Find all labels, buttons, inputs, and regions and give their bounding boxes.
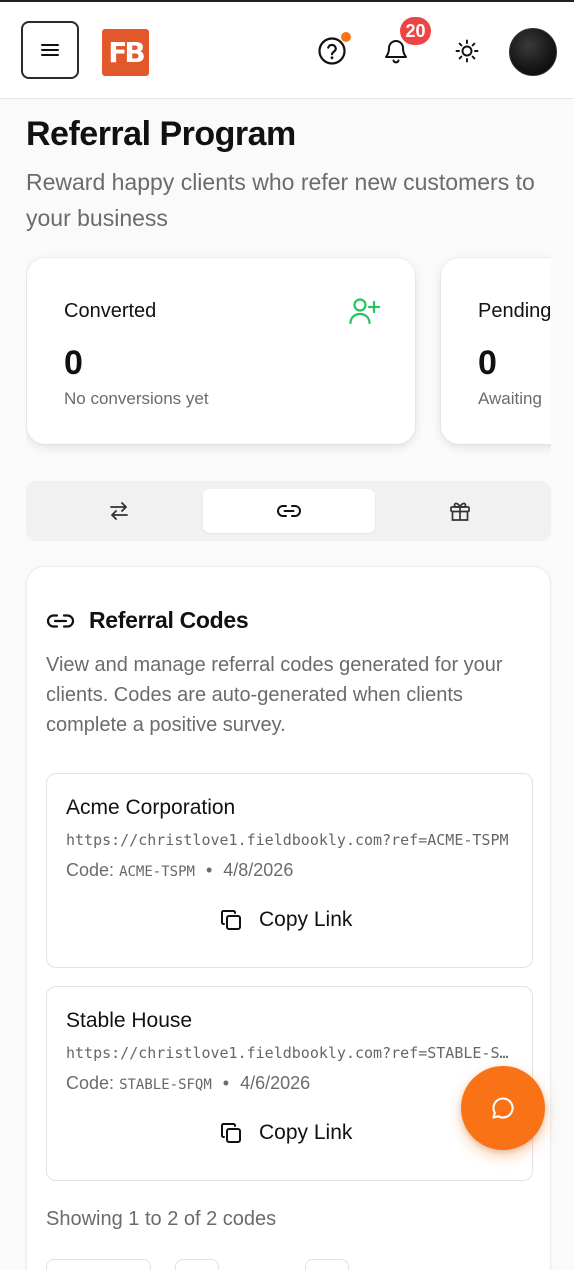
copy-icon: [221, 910, 241, 930]
arrows-exchange-icon: [110, 502, 128, 520]
code-prefix: Code:: [66, 1073, 115, 1093]
copy-link-label: Copy Link: [259, 908, 353, 931]
code-date: 4/6/2026: [240, 1073, 311, 1093]
logo-text: FB: [108, 36, 146, 69]
referral-tabs: [26, 481, 551, 541]
page-title: Referral Program: [26, 115, 296, 153]
code-prefix: Code:: [66, 860, 115, 880]
client-name: Stable House: [66, 1009, 193, 1032]
top-header: FB 20: [0, 2, 574, 99]
referral-code-item: Stable House https://christlove1.fieldbo…: [46, 986, 533, 1181]
link-icon: [277, 505, 301, 517]
code-value: STABLE-SFQM: [119, 1077, 212, 1093]
user-avatar[interactable]: [509, 28, 557, 76]
app-logo[interactable]: FB: [102, 29, 149, 76]
stats-carousel[interactable]: Converted 0 No conversions yet Pending 0…: [26, 254, 551, 454]
referral-url: https://christlove1.fieldbookly.com?ref=…: [66, 1044, 516, 1062]
meta-separator: •: [205, 860, 213, 880]
chat-fab-button[interactable]: [461, 1066, 545, 1150]
pagination-page-button[interactable]: [175, 1259, 219, 1270]
copy-link-button[interactable]: Copy Link: [219, 908, 352, 932]
stat-value: 0: [478, 344, 497, 382]
client-name: Acme Corporation: [66, 796, 236, 819]
page-subtitle: Reward happy clients who refer new custo…: [26, 169, 535, 231]
sun-icon: [455, 39, 479, 63]
code-meta: Code: STABLE-SFQM • 4/6/2026: [66, 1073, 310, 1094]
theme-toggle-button[interactable]: [448, 32, 486, 70]
chat-bubble-icon: [492, 1097, 514, 1119]
stat-note: No conversions yet: [64, 389, 209, 408]
tab-referrals[interactable]: [33, 489, 205, 533]
notification-count-badge: 20: [400, 17, 431, 45]
code-date: 4/8/2026: [223, 860, 294, 880]
referral-code-item: Acme Corporation https://christlove1.fie…: [46, 773, 533, 968]
help-button[interactable]: [313, 32, 351, 70]
meta-separator: •: [222, 1073, 230, 1093]
pagination-next-button[interactable]: [305, 1259, 349, 1270]
stat-label: Converted: [64, 300, 157, 322]
referral-codes-title: Referral Codes: [89, 607, 249, 633]
user-plus-icon: [349, 298, 381, 325]
referral-codes-description: View and manage referral codes generated…: [46, 654, 503, 736]
stat-note: Awaiting: [478, 389, 542, 408]
copy-link-label: Copy Link: [259, 1121, 353, 1144]
gift-icon: [450, 502, 470, 521]
referral-url: https://christlove1.fieldbookly.com?ref=…: [66, 831, 509, 849]
copy-icon: [221, 1123, 241, 1143]
menu-button[interactable]: [21, 21, 79, 79]
pagination-summary: Showing 1 to 2 of 2 codes: [46, 1208, 277, 1230]
stat-label: Pending: [478, 300, 551, 322]
link-icon: [46, 613, 75, 628]
tab-referral-codes[interactable]: [203, 489, 375, 533]
tab-rewards[interactable]: [374, 489, 546, 533]
help-notification-dot: [341, 32, 351, 42]
copy-link-button[interactable]: Copy Link: [219, 1121, 352, 1145]
menu-icon: [41, 44, 59, 56]
code-meta: Code: ACME-TSPM • 4/8/2026: [66, 860, 293, 881]
pagination-previous-button[interactable]: [46, 1259, 151, 1270]
referral-codes-card: Referral Codes View and manage referral …: [26, 566, 551, 1270]
code-value: ACME-TSPM: [119, 864, 195, 880]
stat-card-pending: Pending 0 Awaiting: [441, 258, 551, 444]
referral-codes-header: Referral Codes: [46, 607, 249, 634]
stat-card-converted: Converted 0 No conversions yet: [27, 258, 415, 444]
stat-value: 0: [64, 344, 83, 382]
